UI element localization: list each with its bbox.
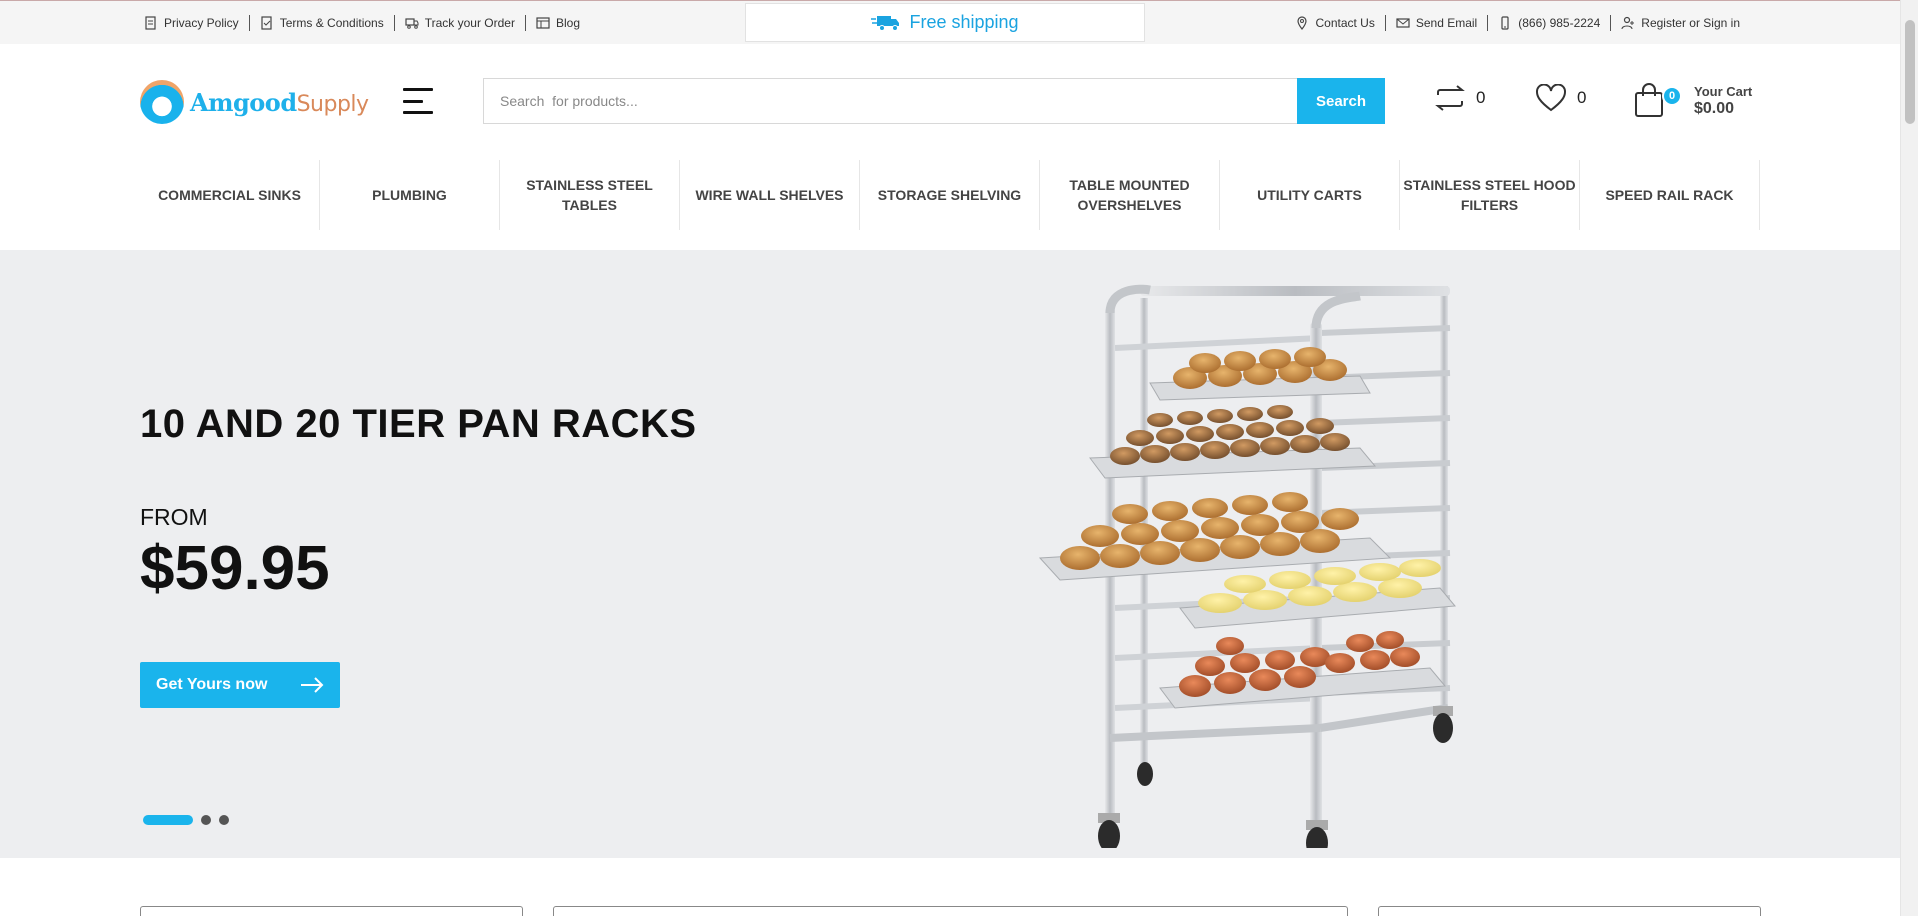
cart-count-badge: 0 <box>1662 86 1682 106</box>
truck-icon <box>405 18 419 29</box>
page-scrollbar[interactable] <box>1900 0 1918 916</box>
search-button[interactable]: Search <box>1297 78 1385 124</box>
search-input[interactable] <box>483 78 1297 124</box>
cta-label: Get Yours now <box>156 676 268 693</box>
free-shipping-banner: Free shipping <box>745 3 1145 42</box>
category-plumbing[interactable]: PLUMBING <box>320 160 500 230</box>
privacy-policy-label: Privacy Policy <box>164 16 239 30</box>
slide-dot-2[interactable] <box>201 815 211 825</box>
track-order-label: Track your Order <box>424 16 515 30</box>
get-yours-now-button[interactable]: Get Yours now <box>140 662 340 708</box>
heart-icon <box>1536 84 1566 112</box>
slide-dot-1[interactable] <box>143 815 193 825</box>
cart-label: Your Cart <box>1694 84 1753 99</box>
phone-label: (866) 985-2224 <box>1518 16 1601 30</box>
topbar-right-links: Contact Us Send Email (866) 985-2224 Reg… <box>1291 1 1750 45</box>
document-check-icon <box>261 16 272 30</box>
register-signin-label: Register or Sign in <box>1641 16 1740 30</box>
register-signin-link[interactable]: Register or Sign in <box>1611 15 1750 31</box>
cart-button[interactable]: 0 Your Cart $0.00 <box>1634 82 1752 118</box>
phone-link[interactable]: (866) 985-2224 <box>1488 15 1612 31</box>
hero-from-label: FROM <box>140 504 208 530</box>
privacy-policy-link[interactable]: Privacy Policy <box>140 15 250 31</box>
logo-mark-icon <box>140 80 184 124</box>
envelope-icon <box>1396 18 1410 28</box>
delivery-truck-icon <box>871 15 900 31</box>
category-nav: COMMERCIAL SINKS PLUMBING STAINLESS STEE… <box>140 160 1760 230</box>
wishlist-count: 0 <box>1577 88 1587 107</box>
scrollbar-thumb[interactable] <box>1905 20 1915 124</box>
logo-brand: Amgood <box>190 87 297 117</box>
compare-count: 0 <box>1476 88 1486 107</box>
promo-box-1 <box>140 906 523 916</box>
category-wire-wall-shelves[interactable]: WIRE WALL SHELVES <box>680 160 860 230</box>
track-order-link[interactable]: Track your Order <box>395 15 526 31</box>
slider-pagination <box>143 815 229 825</box>
send-email-link[interactable]: Send Email <box>1386 15 1489 31</box>
category-table-mounted-overshelves[interactable]: TABLE MOUNTED OVERSHELVES <box>1040 160 1220 230</box>
blog-link[interactable]: Blog <box>526 15 590 31</box>
grid-icon <box>536 17 550 29</box>
site-logo[interactable]: AmgoodSupply <box>140 80 369 124</box>
wishlist-button[interactable]: 0 <box>1535 84 1586 112</box>
arrow-right-icon <box>301 677 324 693</box>
user-add-icon <box>1621 16 1635 30</box>
category-stainless-steel-tables[interactable]: STAINLESS STEEL TABLES <box>500 160 680 230</box>
hero-price: $59.95 <box>140 534 330 603</box>
menu-hamburger-icon[interactable] <box>403 88 433 114</box>
shopping-bag-icon <box>1635 83 1663 117</box>
contact-us-label: Contact Us <box>1315 16 1375 30</box>
hero-title: 10 AND 20 TIER PAN RACKS <box>140 402 697 446</box>
document-icon <box>145 16 156 30</box>
promo-box-2 <box>553 906 1348 916</box>
terms-conditions-label: Terms & Conditions <box>279 16 384 30</box>
product-search: Search <box>483 78 1385 124</box>
category-speed-rail-rack[interactable]: SPEED RAIL RACK <box>1580 160 1760 230</box>
send-email-label: Send Email <box>1415 16 1478 30</box>
slide-dot-3[interactable] <box>219 815 229 825</box>
contact-us-link[interactable]: Contact Us <box>1291 15 1386 31</box>
cart-total: $0.00 <box>1694 100 1735 117</box>
compare-button[interactable]: 0 <box>1434 84 1485 112</box>
hero-slider: 10 AND 20 TIER PAN RACKS FROM $59.95 Get… <box>0 250 1900 858</box>
site-header: AmgoodSupply Search 0 0 0 Your Cart $0.0… <box>0 44 1900 156</box>
category-commercial-sinks[interactable]: COMMERCIAL SINKS <box>140 160 320 230</box>
free-shipping-text: Free shipping <box>909 12 1019 32</box>
promo-box-3 <box>1378 906 1761 916</box>
compare-arrows-icon <box>1435 85 1465 111</box>
cart-summary: Your Cart $0.00 <box>1694 83 1752 117</box>
category-storage-shelving[interactable]: STORAGE SHELVING <box>860 160 1040 230</box>
location-pin-icon <box>1297 16 1308 30</box>
category-utility-carts[interactable]: UTILITY CARTS <box>1220 160 1400 230</box>
pan-rack-product-image <box>1038 284 1456 848</box>
logo-suffix: Supply <box>296 91 369 117</box>
top-utility-bar: Privacy Policy Terms & Conditions Track … <box>0 0 1900 44</box>
logo-wordmark: AmgoodSupply <box>190 88 369 117</box>
topbar-left-links: Privacy Policy Terms & Conditions Track … <box>140 1 590 45</box>
phone-icon <box>1501 16 1509 30</box>
category-stainless-steel-hood-filters[interactable]: STAINLESS STEEL HOOD FILTERS <box>1400 160 1580 230</box>
terms-conditions-link[interactable]: Terms & Conditions <box>250 15 395 31</box>
blog-label: Blog <box>555 16 581 30</box>
